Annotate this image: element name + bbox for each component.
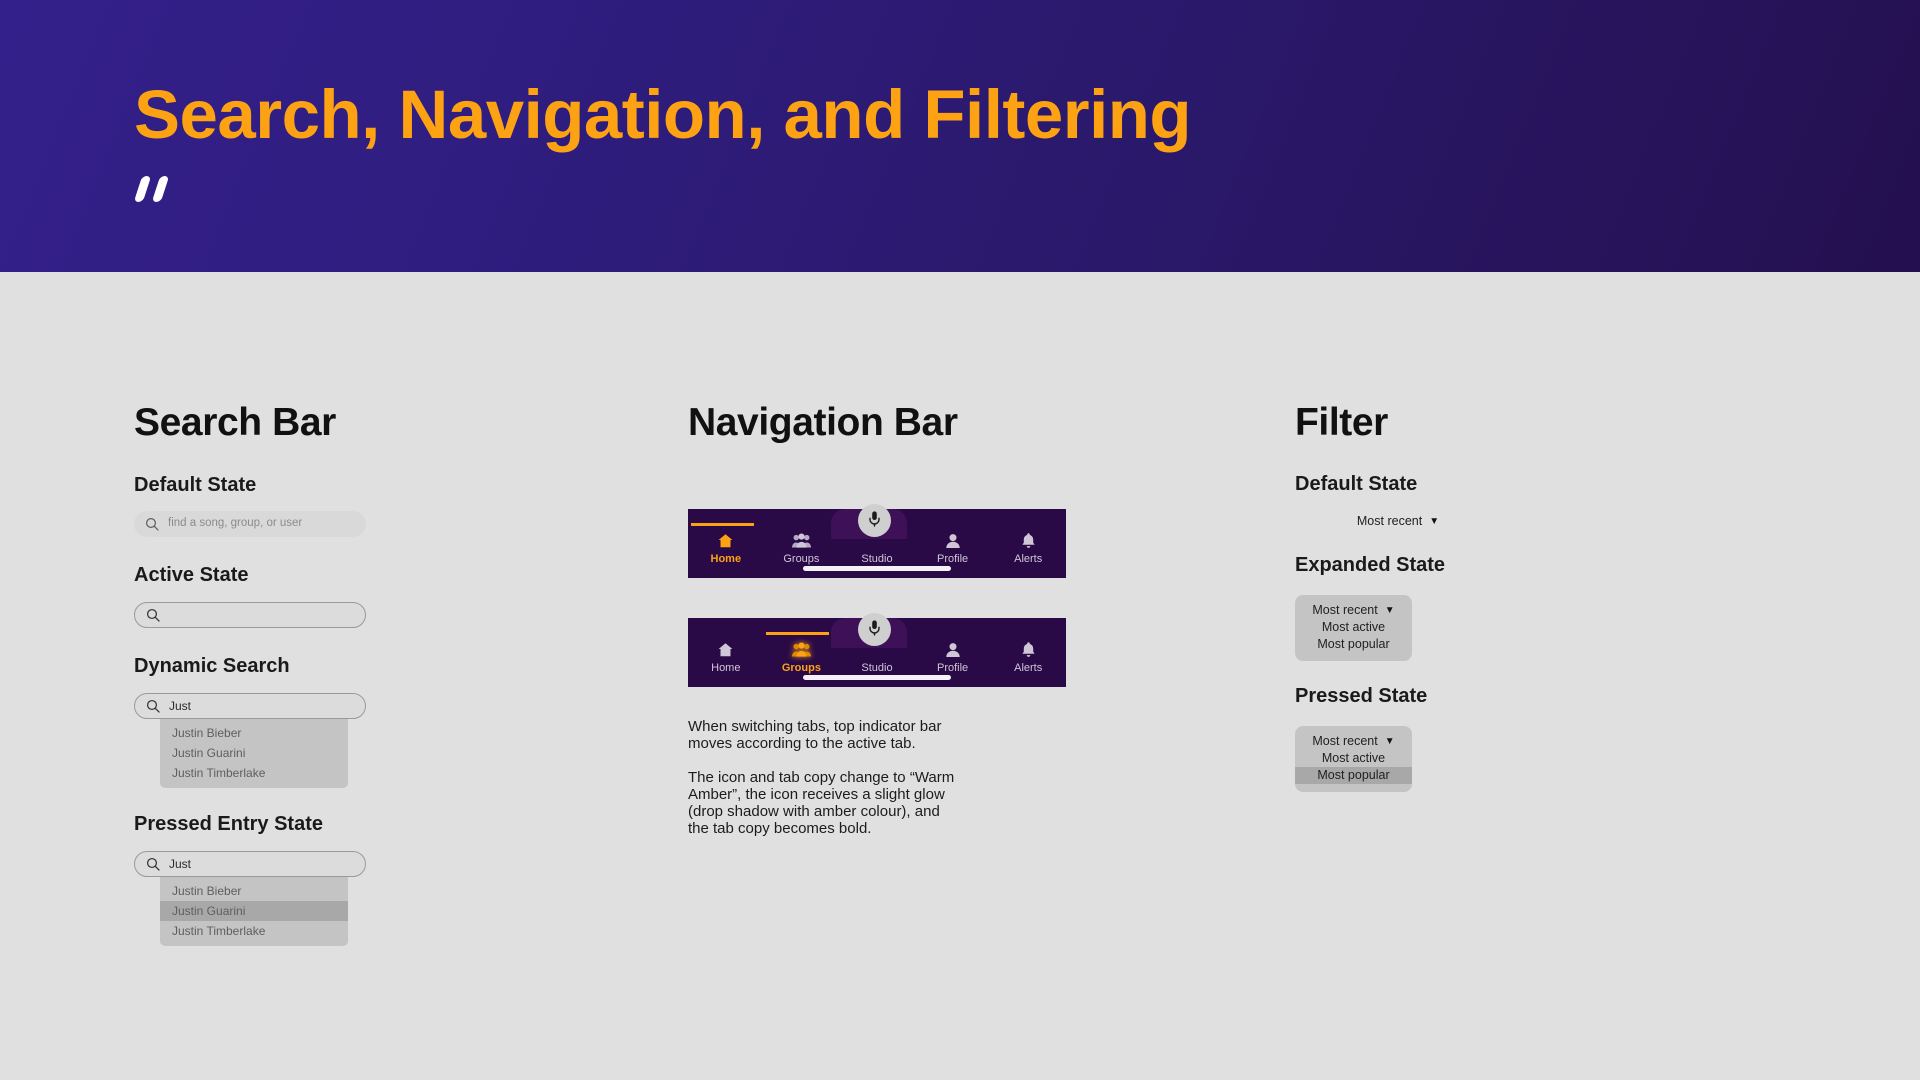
nav-tab-label: Home xyxy=(710,553,742,565)
search-icon xyxy=(146,857,160,871)
groups-icon xyxy=(791,640,811,659)
studio-record-button[interactable] xyxy=(858,613,891,646)
filter-option-label: Most recent xyxy=(1312,734,1378,749)
chevron-down-icon: ▼ xyxy=(1384,735,1395,747)
nav-note-indicator: When switching tabs, top indicator bar m… xyxy=(688,718,942,752)
nav-tab-label: Studio xyxy=(861,553,893,565)
nav-tab-label: Studio xyxy=(861,662,893,674)
filter-option-row[interactable]: Most active xyxy=(1295,619,1412,636)
nav-tab-label: Alerts xyxy=(1014,553,1043,565)
filter-option-label: Most popular xyxy=(1317,768,1390,783)
filter-dropdown-pressed[interactable]: Most recent ▼ Most active Most popular xyxy=(1295,726,1412,792)
double-slash-logo-icon xyxy=(133,176,182,202)
filter-option-label: Most recent xyxy=(1312,603,1378,618)
page-header: Search, Navigation, and Filtering xyxy=(0,0,1920,272)
search-active-state-label: Active State xyxy=(134,564,249,586)
filter-option-row[interactable]: Most active xyxy=(1295,750,1412,767)
filter-selected-value: Most recent xyxy=(1356,514,1423,529)
filter-option-row[interactable]: Most recent ▼ xyxy=(1295,733,1412,750)
nav-tab-home[interactable]: Home xyxy=(688,632,764,687)
filter-option-row[interactable]: Most popular xyxy=(1295,636,1412,653)
list-item[interactable]: Justin Timberlake xyxy=(160,763,348,783)
person-icon xyxy=(945,531,961,550)
filter-option-label: Most active xyxy=(1321,620,1386,635)
navbar-active-indicator xyxy=(691,523,754,526)
person-icon xyxy=(945,640,961,659)
search-value-pressed: Just xyxy=(169,857,192,871)
search-default-state-label: Default State xyxy=(134,474,257,496)
bell-icon xyxy=(1021,531,1036,550)
nav-tab-label: Profile xyxy=(936,662,969,674)
filter-heading: Filter xyxy=(1295,401,1388,444)
search-input-pressed[interactable]: Just xyxy=(134,851,366,877)
filter-option-label: Most popular xyxy=(1317,637,1390,652)
home-icon xyxy=(717,531,734,550)
filter-option-row[interactable]: Most recent ▼ xyxy=(1295,602,1412,619)
search-dynamic-label: Dynamic Search xyxy=(134,655,290,677)
search-suggestions-dynamic: Justin Bieber Justin Guarini Justin Timb… xyxy=(160,719,348,788)
body-content: Search Bar Default State find a song, gr… xyxy=(0,272,1920,1080)
list-item[interactable]: Justin Guarini xyxy=(160,743,348,763)
filter-dropdown-expanded[interactable]: Most recent ▼ Most active Most popular xyxy=(1295,595,1412,661)
list-item[interactable]: Justin Bieber xyxy=(160,723,348,743)
home-indicator-bar xyxy=(803,675,951,680)
search-icon xyxy=(146,608,160,622)
filter-option-row-pressed[interactable]: Most popular xyxy=(1295,767,1412,784)
nav-tab-label: Groups xyxy=(781,662,821,674)
nav-tab-alerts[interactable]: Alerts xyxy=(990,523,1066,578)
search-placeholder-default: find a song, group, or user xyxy=(168,517,303,530)
search-pressed-entry-label: Pressed Entry State xyxy=(134,813,323,835)
nav-tab-home[interactable]: Home xyxy=(688,523,764,578)
nav-tab-label: Home xyxy=(711,662,741,674)
microphone-icon xyxy=(867,510,882,532)
nav-tab-label: Profile xyxy=(936,553,969,565)
search-value-dynamic: Just xyxy=(169,699,192,713)
home-icon xyxy=(717,640,734,659)
groups-icon xyxy=(791,531,811,550)
chevron-down-icon: ▼ xyxy=(1429,515,1440,527)
search-input-active[interactable] xyxy=(134,602,366,628)
navigation-bar-column: Navigation Bar Home Groups Studio Profil… xyxy=(688,272,1108,837)
filter-expanded-state-label: Expanded State xyxy=(1295,554,1446,576)
page-title: Search, Navigation, and Filtering xyxy=(134,76,1192,153)
nav-tab-alerts[interactable]: Alerts xyxy=(990,632,1066,687)
navigation-bar-heading: Navigation Bar xyxy=(688,401,958,444)
search-input-default[interactable]: find a song, group, or user xyxy=(134,511,366,537)
navigation-bar-switched: Home Groups Studio Profile Alerts xyxy=(688,604,1066,687)
home-indicator-bar xyxy=(803,566,951,571)
list-item[interactable]: Justin Bieber xyxy=(160,881,348,901)
search-icon xyxy=(146,699,160,713)
chevron-down-icon: ▼ xyxy=(1384,604,1395,616)
nav-tab-label: Groups xyxy=(783,553,820,565)
search-bar-heading: Search Bar xyxy=(134,401,336,444)
filter-column: Filter Default State Most recent ▼ Expan… xyxy=(1295,272,1715,792)
search-input-dynamic[interactable]: Just xyxy=(134,693,366,719)
nav-note-amber: The icon and tab copy change to “Warm Am… xyxy=(688,769,955,837)
filter-pressed-state-label: Pressed State xyxy=(1295,685,1428,707)
microphone-icon xyxy=(867,619,882,641)
navbar-active-indicator xyxy=(766,632,829,635)
navigation-bar-default: Home Groups Studio Profile Alerts xyxy=(688,495,1066,578)
studio-record-button[interactable] xyxy=(858,504,891,537)
search-bar-column: Search Bar Default State find a song, gr… xyxy=(134,272,534,946)
nav-tab-label: Alerts xyxy=(1014,662,1043,674)
list-item-selected[interactable]: Justin Guarini xyxy=(160,901,348,921)
filter-dropdown-default[interactable]: Most recent ▼ xyxy=(1327,513,1469,530)
filter-default-state-label: Default State xyxy=(1295,473,1418,495)
list-item[interactable]: Justin Timberlake xyxy=(160,921,348,941)
search-icon xyxy=(145,517,159,531)
search-suggestions-pressed: Justin Bieber Justin Guarini Justin Timb… xyxy=(160,877,348,946)
bell-icon xyxy=(1021,640,1036,659)
filter-option-label: Most active xyxy=(1321,751,1386,766)
